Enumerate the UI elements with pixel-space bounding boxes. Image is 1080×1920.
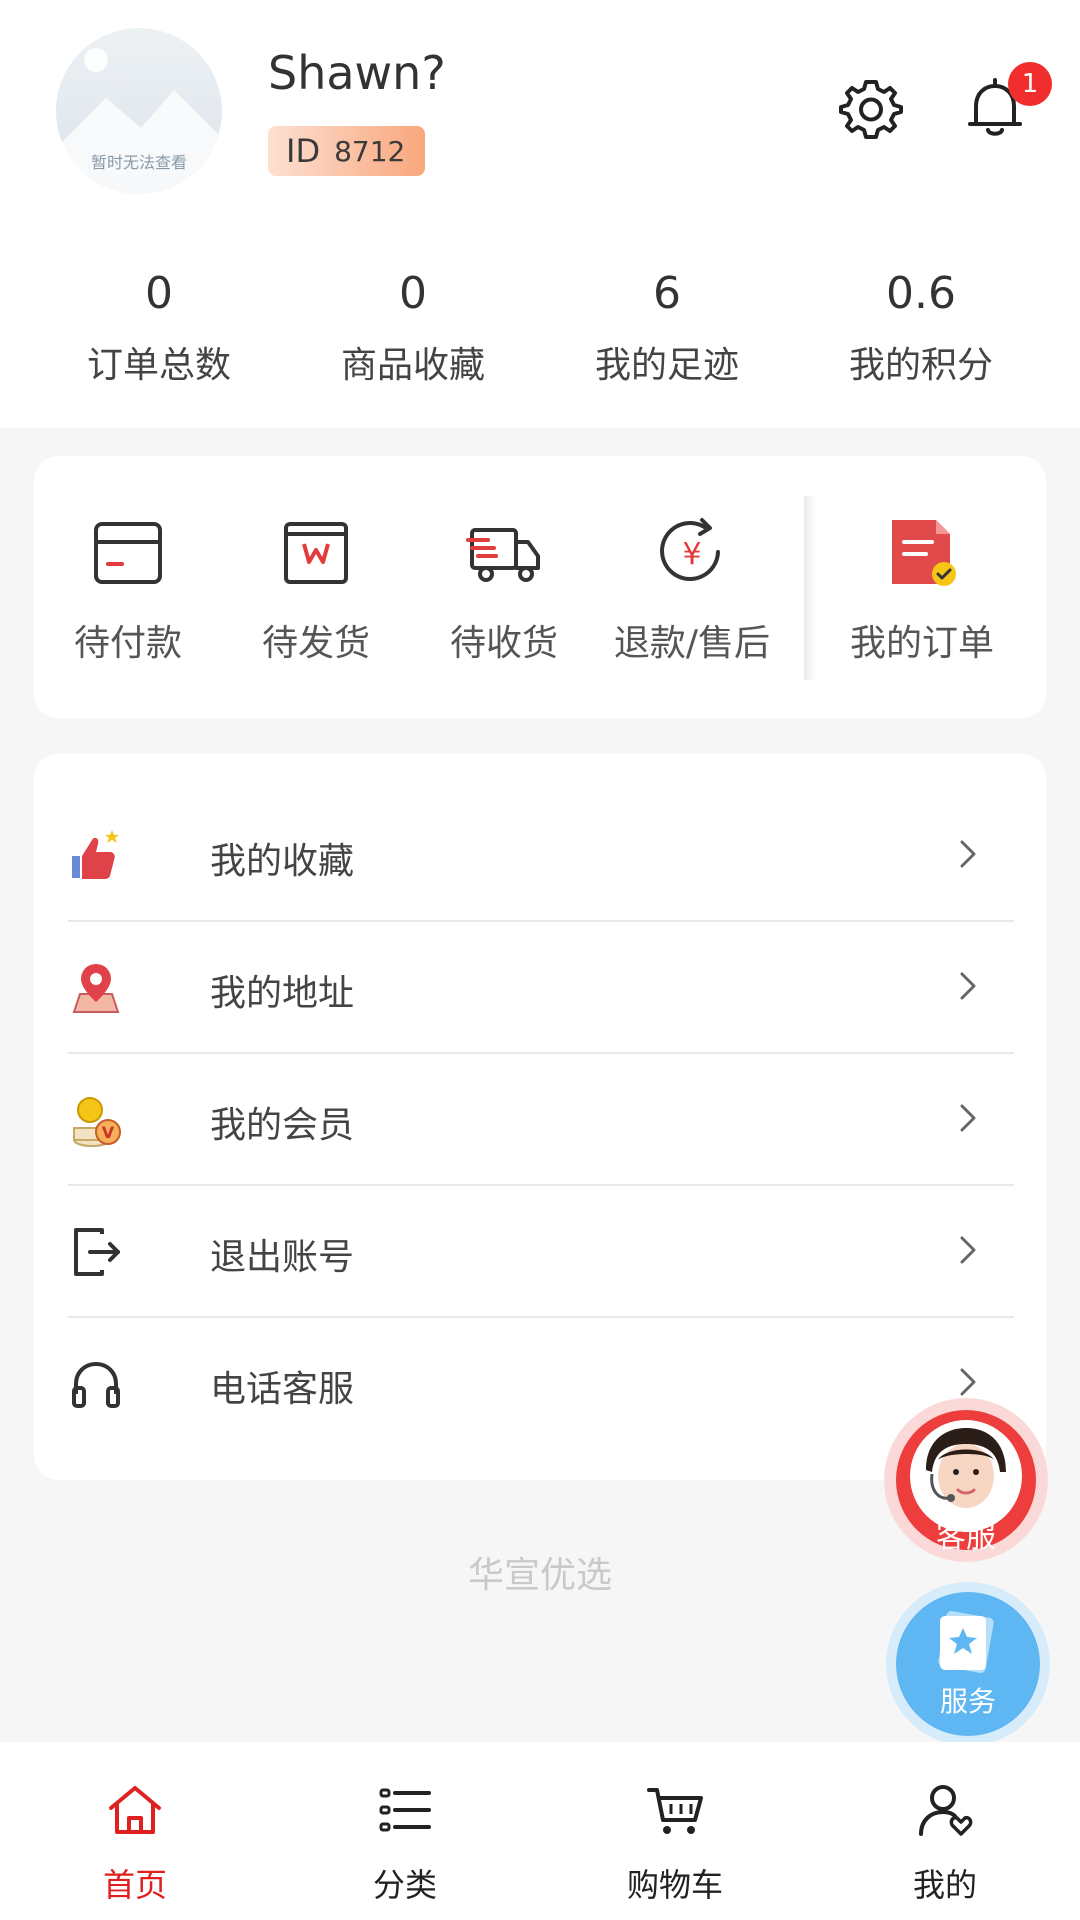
truck-icon (466, 528, 540, 582)
menu-card: 我的收藏 我的地址 V 我的会员 退出账号 电话客服 (34, 754, 1046, 1480)
stat-points[interactable]: 0.6 我的积分 (794, 258, 1048, 388)
order-document-icon (892, 520, 956, 586)
stat-label: 我的积分 (848, 345, 993, 386)
refund-icon: ¥ (660, 518, 720, 581)
chevron-right-icon (960, 1104, 976, 1132)
tab-label: 我的 (912, 1866, 977, 1904)
stat-favorites[interactable]: 0 商品收藏 (286, 258, 540, 388)
stat-value: 0.6 (886, 268, 956, 319)
wallet-icon (94, 522, 162, 584)
customer-service-label: 客服 (936, 1520, 996, 1555)
service-float-button[interactable]: 服务 (896, 1592, 1040, 1736)
order-pending-payment[interactable]: 待付款 (34, 456, 222, 718)
home-icon (109, 1786, 161, 1834)
gear-icon (839, 80, 903, 139)
tab-cart[interactable]: 购物车 (540, 1742, 810, 1920)
logout-icon (74, 1228, 120, 1276)
menu-item-favorites[interactable]: 我的收藏 (68, 790, 1014, 922)
notification-count-badge: 1 (1008, 62, 1052, 106)
order-pending-receipt[interactable]: 待收货 (410, 456, 598, 718)
tab-label: 购物车 (626, 1866, 723, 1904)
order-pending-shipment[interactable]: 待发货 (222, 456, 410, 718)
menu-item-phone-support[interactable]: 电话客服 (68, 1318, 1014, 1450)
menu-label: 我的收藏 (210, 841, 355, 882)
stat-total-orders[interactable]: 0 订单总数 (32, 258, 286, 388)
chevron-right-icon (960, 972, 976, 1000)
order-refund-aftersale[interactable]: ¥ 退款/售后 (598, 456, 786, 718)
order-label: 待付款 (73, 623, 182, 664)
order-status-card: 待付款 待发货 待收货 ¥ 退款/售后 我的订单 (34, 456, 1046, 718)
member-coins-icon: V (73, 1097, 121, 1147)
svg-text:V: V (102, 1123, 115, 1142)
menu-label: 我的会员 (210, 1105, 355, 1146)
id-value: 8712 (334, 134, 406, 168)
chevron-right-icon (960, 1236, 976, 1264)
menu-label: 电话客服 (210, 1369, 355, 1410)
order-label: 我的订单 (849, 623, 994, 664)
stat-value: 0 (145, 268, 173, 319)
menu-label: 我的地址 (210, 973, 355, 1014)
stat-value: 6 (653, 268, 681, 319)
package-icon (284, 522, 348, 584)
menu-label: 退出账号 (210, 1237, 355, 1278)
chevron-right-icon (960, 840, 976, 868)
thumbs-up-star-icon (72, 830, 119, 879)
avatar[interactable]: 暂时无法查看 (56, 28, 222, 194)
order-label: 待发货 (261, 623, 370, 664)
user-icon (919, 1785, 973, 1836)
chevron-right-icon (960, 1368, 976, 1396)
user-id-badge: ID 8712 (268, 126, 426, 176)
svg-text:¥: ¥ (682, 537, 701, 572)
id-label: ID (286, 132, 321, 170)
location-pin-icon (72, 964, 120, 1013)
bottom-tab-bar: 首页 分类 购物车 我的 (0, 1742, 1080, 1920)
service-label: 服务 (939, 1685, 996, 1718)
profile-header: 暂时无法查看 Shawn? ID 8712 1 0 订单总数 0 商品收藏 6 (0, 0, 1080, 428)
stat-value: 0 (399, 268, 427, 319)
my-orders[interactable]: 我的订单 (822, 456, 1022, 718)
settings-button[interactable] (838, 76, 904, 142)
stat-label: 商品收藏 (340, 345, 485, 386)
headset-icon (72, 1361, 120, 1408)
order-label: 退款/售后 (613, 623, 771, 664)
menu-item-address[interactable]: 我的地址 (68, 922, 1014, 1054)
username: Shawn? (268, 46, 446, 100)
tab-category[interactable]: 分类 (270, 1742, 540, 1920)
stats-row: 0 订单总数 0 商品收藏 6 我的足迹 0.6 我的积分 (0, 258, 1080, 388)
order-label: 待收货 (449, 623, 558, 664)
stat-label: 订单总数 (86, 345, 231, 386)
tab-label: 分类 (372, 1866, 437, 1904)
tab-mine[interactable]: 我的 (810, 1742, 1080, 1920)
menu-item-logout[interactable]: 退出账号 (68, 1186, 1014, 1318)
tab-home[interactable]: 首页 (0, 1742, 270, 1920)
customer-service-float-button[interactable]: 客服 (884, 1398, 1048, 1562)
order-divider (804, 496, 816, 680)
avatar-caption: 暂时无法查看 (90, 153, 187, 172)
list-icon (379, 1788, 431, 1832)
menu-item-membership[interactable]: V 我的会员 (68, 1054, 1014, 1186)
stat-label: 我的足迹 (594, 345, 739, 386)
tab-label: 首页 (102, 1866, 167, 1904)
stat-footprints[interactable]: 6 我的足迹 (540, 258, 794, 388)
cart-icon (647, 1788, 703, 1834)
